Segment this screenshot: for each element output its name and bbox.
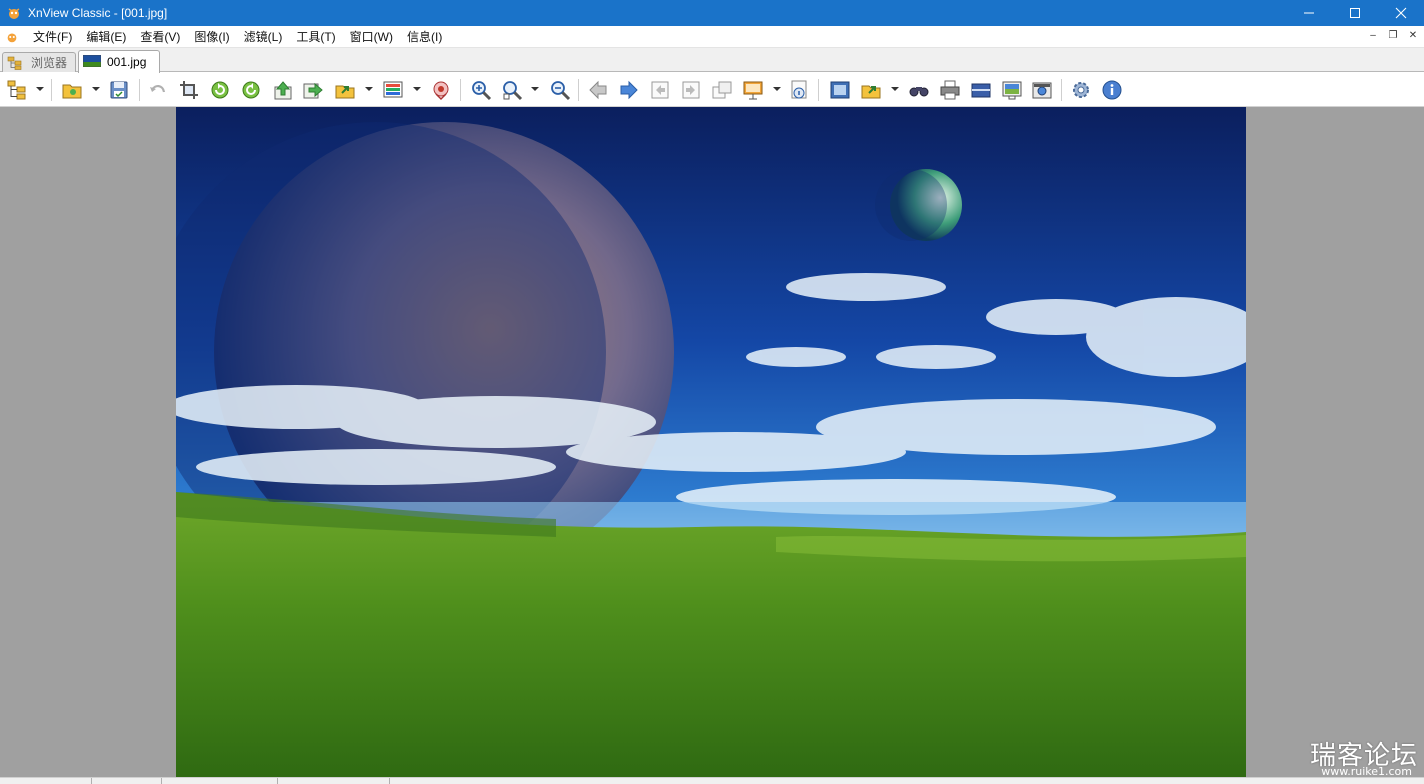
slideshow-icon[interactable] xyxy=(741,78,765,102)
scan-icon[interactable] xyxy=(969,78,993,102)
slideshow-dropdown-arrow-icon[interactable] xyxy=(773,87,781,91)
window-title: XnView Classic - [001.jpg] xyxy=(28,6,168,20)
info-icon[interactable] xyxy=(1100,78,1124,102)
watermark-url: www.ruike1.com xyxy=(1321,765,1412,778)
previous-icon[interactable] xyxy=(586,78,610,102)
toolbar-separator xyxy=(1061,79,1062,101)
rotate-left-icon[interactable] xyxy=(208,78,232,102)
zoom-out-icon[interactable] xyxy=(548,78,572,102)
red-eye-icon[interactable] xyxy=(429,78,453,102)
mdi-restore-button[interactable]: ❐ xyxy=(1384,28,1402,44)
document-system-menu-icon[interactable] xyxy=(4,29,20,45)
zoom-in-icon[interactable] xyxy=(469,78,493,102)
find-icon[interactable] xyxy=(907,78,931,102)
adjust-dropdown-arrow-icon[interactable] xyxy=(413,87,421,91)
tab-bar: 浏览器 001.jpg xyxy=(0,48,1424,73)
mdi-close-button[interactable]: ✕ xyxy=(1404,28,1422,44)
next-icon[interactable] xyxy=(617,78,641,102)
landscape-image[interactable] xyxy=(176,107,1246,777)
tab-image-001[interactable]: 001.jpg xyxy=(78,50,160,73)
copy-window-icon[interactable] xyxy=(710,78,734,102)
menu-filter[interactable]: 滤镜(L) xyxy=(237,27,290,47)
menu-info[interactable]: 信息(I) xyxy=(400,27,449,47)
toolbar-separator xyxy=(578,79,579,101)
export-icon[interactable] xyxy=(859,78,883,102)
menu-view[interactable]: 查看(V) xyxy=(133,27,187,47)
adjust-colors-icon[interactable] xyxy=(381,78,405,102)
open-dropdown-arrow-icon[interactable] xyxy=(92,87,100,91)
menu-file[interactable]: 文件(F) xyxy=(26,27,79,47)
mdi-minimize-button[interactable]: – xyxy=(1364,28,1382,44)
browser-tree-icon xyxy=(7,56,25,70)
send-to-icon[interactable] xyxy=(333,78,357,102)
zoom-dropdown-arrow-icon[interactable] xyxy=(531,87,539,91)
toolbar-separator xyxy=(818,79,819,101)
browser-dropdown-arrow-icon[interactable] xyxy=(36,87,44,91)
tab-image-label: 001.jpg xyxy=(107,55,147,69)
first-image-icon[interactable] xyxy=(648,78,672,102)
settings-icon[interactable] xyxy=(1069,78,1093,102)
status-segment xyxy=(92,778,162,784)
toolbar-separator xyxy=(51,79,52,101)
print-icon[interactable] xyxy=(938,78,962,102)
menu-image[interactable]: 图像(I) xyxy=(187,27,236,47)
zoom-fit-icon[interactable] xyxy=(500,78,524,102)
capture-icon[interactable] xyxy=(1030,78,1054,102)
rotate-right-icon[interactable] xyxy=(239,78,263,102)
crop-icon[interactable] xyxy=(177,78,201,102)
title-bar: XnView Classic - [001.jpg] xyxy=(0,0,1424,26)
wallpaper-icon[interactable] xyxy=(1000,78,1024,102)
tab-browser[interactable]: 浏览器 xyxy=(2,52,76,72)
status-segment xyxy=(162,778,278,784)
flip-right-icon[interactable] xyxy=(301,78,325,102)
xnview-app-icon[interactable] xyxy=(6,5,22,21)
image-viewer[interactable] xyxy=(0,107,1424,777)
export-dropdown-arrow-icon[interactable] xyxy=(891,87,899,91)
toolbar-separator xyxy=(460,79,461,101)
properties-icon[interactable] xyxy=(787,78,811,102)
status-segment xyxy=(0,778,92,784)
mdi-controls: – ❐ ✕ xyxy=(1364,28,1422,44)
minimize-button[interactable] xyxy=(1286,0,1332,26)
menu-window[interactable]: 窗口(W) xyxy=(343,27,400,47)
open-folder-icon[interactable] xyxy=(60,78,84,102)
flip-up-icon[interactable] xyxy=(271,78,295,102)
menu-tools[interactable]: 工具(T) xyxy=(289,27,342,47)
status-bar xyxy=(0,777,1424,784)
toolbar xyxy=(0,73,1424,107)
maximize-button[interactable] xyxy=(1332,0,1378,26)
browser-tree-icon[interactable] xyxy=(5,78,29,102)
menu-edit[interactable]: 编辑(E) xyxy=(79,27,133,47)
undo-icon[interactable] xyxy=(146,78,170,102)
send-to-dropdown-arrow-icon[interactable] xyxy=(365,87,373,91)
last-image-icon[interactable] xyxy=(679,78,703,102)
tab-browser-label: 浏览器 xyxy=(31,56,68,70)
image-thumbnail-icon xyxy=(82,54,102,69)
fullscreen-icon[interactable] xyxy=(828,78,852,102)
status-segment xyxy=(278,778,390,784)
menu-bar: 文件(F) 编辑(E) 查看(V) 图像(I) 滤镜(L) 工具(T) 窗口(W… xyxy=(0,26,1424,48)
close-button[interactable] xyxy=(1378,0,1424,26)
toolbar-separator xyxy=(139,79,140,101)
window-controls xyxy=(1286,0,1424,26)
save-icon[interactable] xyxy=(107,78,131,102)
